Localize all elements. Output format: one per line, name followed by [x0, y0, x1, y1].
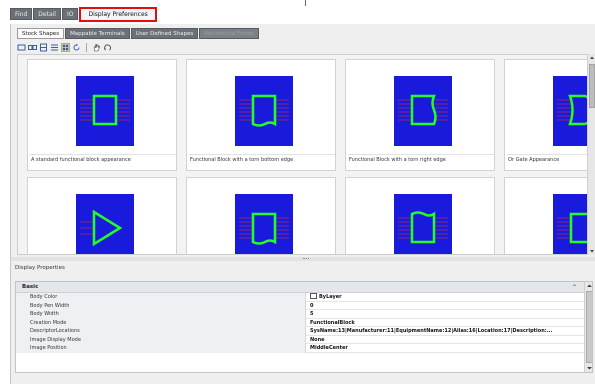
- main-tab-bar: Find Detail IO Display Preferences: [10, 7, 157, 22]
- shape-thumbnail: [235, 76, 293, 146]
- property-row[interactable]: Image Position MiddleCenter: [16, 344, 584, 353]
- property-value[interactable]: ByLayer: [308, 293, 584, 302]
- property-value[interactable]: 5: [308, 310, 584, 319]
- shape-card[interactable]: [186, 177, 336, 254]
- rotate-icon[interactable]: [103, 43, 112, 52]
- property-name: Body Pen Width: [16, 301, 306, 310]
- shape-gallery: A standard functional block appearance F…: [17, 54, 593, 255]
- tab-stock-shapes[interactable]: Stock Shapes: [17, 28, 65, 39]
- tab-io[interactable]: IO: [61, 8, 79, 20]
- panel-splitter[interactable]: [11, 257, 595, 261]
- property-row[interactable]: Creation Mode FunctionalBlock: [16, 318, 584, 328]
- property-row[interactable]: Image Display Mode None: [16, 335, 584, 345]
- shape-card[interactable]: [345, 177, 495, 254]
- tab-mechanical-forms: Mechanical Forms: [199, 28, 259, 39]
- property-name: Body Color: [16, 293, 306, 302]
- property-name: Image Display Mode: [16, 335, 306, 344]
- grid-icon[interactable]: [61, 42, 70, 52]
- property-value[interactable]: 0: [308, 302, 584, 311]
- gallery-toolbar: [17, 41, 112, 53]
- property-value[interactable]: MiddleCenter: [308, 344, 584, 353]
- scroll-up-icon[interactable]: [589, 55, 595, 61]
- top-strip: Find Detail IO Display Preferences: [0, 0, 595, 26]
- property-row[interactable]: Body Width 5: [16, 310, 584, 319]
- property-grid: Basic ⌃ Body Color ByLayer Body Pen Widt…: [15, 281, 593, 373]
- property-name: Image Position: [16, 344, 306, 353]
- scroll-up-icon[interactable]: [586, 283, 593, 289]
- shape-caption: Functional Block with a torn right edge: [348, 154, 494, 164]
- tab-detail[interactable]: Detail: [33, 8, 61, 20]
- tab-mappable-terminals[interactable]: Mappable Terminals: [65, 28, 130, 39]
- category-label: Basic: [22, 284, 39, 290]
- tab-display-preferences[interactable]: Display Preferences: [79, 7, 157, 22]
- toolbar-separator: [86, 42, 87, 52]
- shape-card[interactable]: Or Gate Appearance: [504, 59, 592, 171]
- category-row[interactable]: Basic ⌃: [16, 282, 584, 293]
- property-grid-scrollbar[interactable]: [584, 282, 593, 372]
- shape-card[interactable]: [504, 177, 592, 254]
- color-swatch: [310, 293, 317, 299]
- shape-caption: Functional Block with a torn bottom edge: [189, 154, 335, 164]
- property-value-text: ByLayer: [319, 294, 342, 300]
- collapse-chevron-icon[interactable]: ⌃: [572, 284, 580, 291]
- tab-find[interactable]: Find: [10, 8, 33, 20]
- shape-thumbnail: [394, 76, 452, 146]
- property-value[interactable]: None: [308, 336, 584, 345]
- shape-thumbnail: [235, 194, 293, 254]
- property-row[interactable]: Body Color ByLayer: [16, 293, 584, 302]
- shape-card[interactable]: A standard functional block appearance: [27, 59, 177, 171]
- display-properties-title: Display Properties: [15, 265, 65, 271]
- list-icon[interactable]: [50, 43, 59, 52]
- refresh-icon[interactable]: [72, 43, 81, 52]
- property-name: Creation Mode: [16, 318, 306, 327]
- shape-thumbnail: [76, 76, 134, 146]
- property-name: DescriptorLocations: [16, 327, 306, 336]
- shape-caption: A standard functional block appearance: [30, 154, 176, 164]
- shape-card[interactable]: [27, 177, 177, 254]
- shape-thumbnail: [76, 194, 134, 254]
- columns-icon[interactable]: [39, 43, 48, 52]
- shape-card[interactable]: Functional Block with a torn bottom edge: [186, 59, 336, 171]
- window-divider: [305, 0, 306, 6]
- scroll-thumb[interactable]: [589, 64, 595, 108]
- shape-caption: Or Gate Appearance: [507, 154, 592, 164]
- property-name: Body Width: [16, 310, 306, 319]
- shape-tab-bar: Stock Shapes Mappable Terminals User Def…: [17, 28, 259, 39]
- link-shapes-icon[interactable]: [28, 43, 37, 52]
- scroll-down-icon[interactable]: [586, 365, 593, 371]
- property-value[interactable]: FunctionalBlock: [308, 319, 584, 328]
- scroll-down-icon[interactable]: [589, 248, 595, 254]
- display-preferences-panel: Stock Shapes Mappable Terminals User Def…: [10, 24, 595, 384]
- pan-hand-icon[interactable]: [92, 43, 101, 52]
- shape-thumbnail: [394, 194, 452, 254]
- scroll-thumb[interactable]: [586, 291, 592, 363]
- property-value[interactable]: SysName:13|Manufacturer:11|EquipmentName…: [308, 327, 584, 336]
- property-row[interactable]: Body Pen Width 0: [16, 301, 584, 311]
- shape-card[interactable]: Functional Block with a torn right edge: [345, 59, 495, 171]
- splitter-grip-icon: [303, 258, 309, 260]
- property-row[interactable]: DescriptorLocations SysName:13|Manufactu…: [16, 327, 584, 336]
- gallery-scrollbar[interactable]: [587, 54, 595, 255]
- rectangle-icon[interactable]: [17, 43, 26, 52]
- tab-user-defined-shapes[interactable]: User Defined Shapes: [130, 28, 199, 39]
